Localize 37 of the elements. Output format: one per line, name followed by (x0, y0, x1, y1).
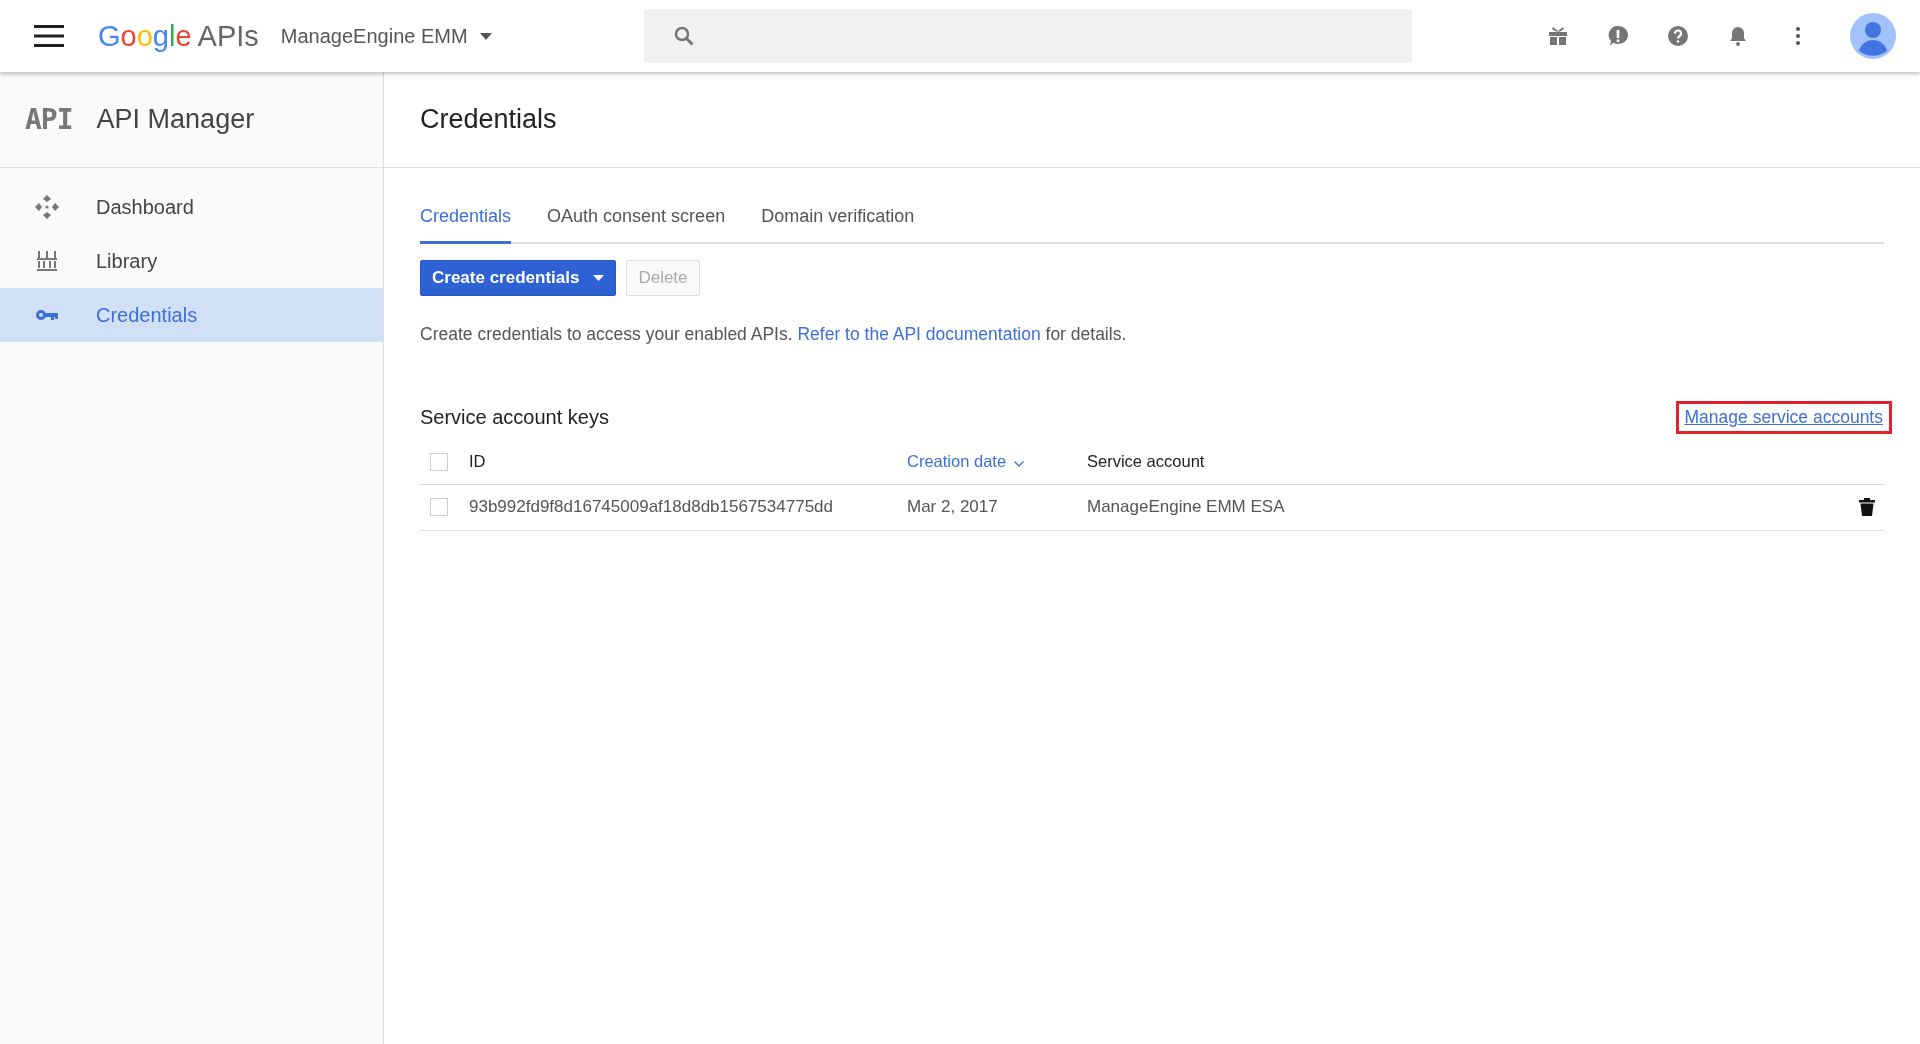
help-icon[interactable] (1666, 24, 1690, 48)
table-cell: 93b992fd9f8d16745009af18d8db1567534775dd (469, 497, 833, 516)
documentation-link[interactable]: Refer to the API documentation (797, 324, 1041, 344)
project-selector[interactable]: ManageEngine EMM (280, 24, 492, 48)
chevron-down-icon (1014, 461, 1025, 468)
tab[interactable]: Credentials (420, 206, 512, 244)
logo-brand: Google (98, 19, 192, 53)
feedback-icon[interactable] (1606, 24, 1630, 48)
sortable-column-header[interactable]: Creation date (907, 452, 1007, 471)
gift-icon[interactable] (1546, 24, 1570, 48)
table-cell: Mar 2, 2017 (907, 497, 998, 516)
sidebar-title: API Manager (96, 104, 255, 135)
column-header[interactable]: Service account (1087, 452, 1205, 471)
delete-icon[interactable] (1859, 498, 1875, 516)
description-text: Create credentials to access your enabled APIs. Refer to the API documentation for details. (420, 324, 1128, 345)
section-title: Service account keys (420, 406, 609, 429)
page-title: Credentials (384, 72, 1920, 168)
tab[interactable]: Domain verification (761, 206, 915, 244)
caret-icon (479, 32, 492, 40)
search-field[interactable] (643, 9, 1412, 63)
sidebar-item[interactable]: Library (0, 234, 383, 288)
manage-service-accounts-link[interactable]: Manage service accounts (1675, 401, 1892, 434)
sidebar-item[interactable]: Dashboard (0, 180, 383, 234)
checkbox[interactable] (430, 498, 448, 516)
logo-product: APIs (197, 19, 259, 53)
checkbox[interactable] (430, 452, 448, 471)
create-credentials-button[interactable]: Create credentials (420, 260, 617, 296)
menu-icon[interactable] (34, 25, 64, 47)
sidebar-item[interactable]: Credentials (0, 288, 383, 342)
api-logo: API (25, 103, 73, 136)
tab[interactable]: OAuth consent screen (547, 206, 726, 244)
column-header[interactable]: ID (469, 452, 486, 471)
columns-icon (34, 248, 60, 274)
account-avatar-icon[interactable] (1850, 13, 1896, 59)
caret-icon (593, 275, 605, 281)
diamond-dots-icon (34, 194, 60, 220)
table-cell: ManageEngine EMM ESA (1087, 497, 1285, 516)
